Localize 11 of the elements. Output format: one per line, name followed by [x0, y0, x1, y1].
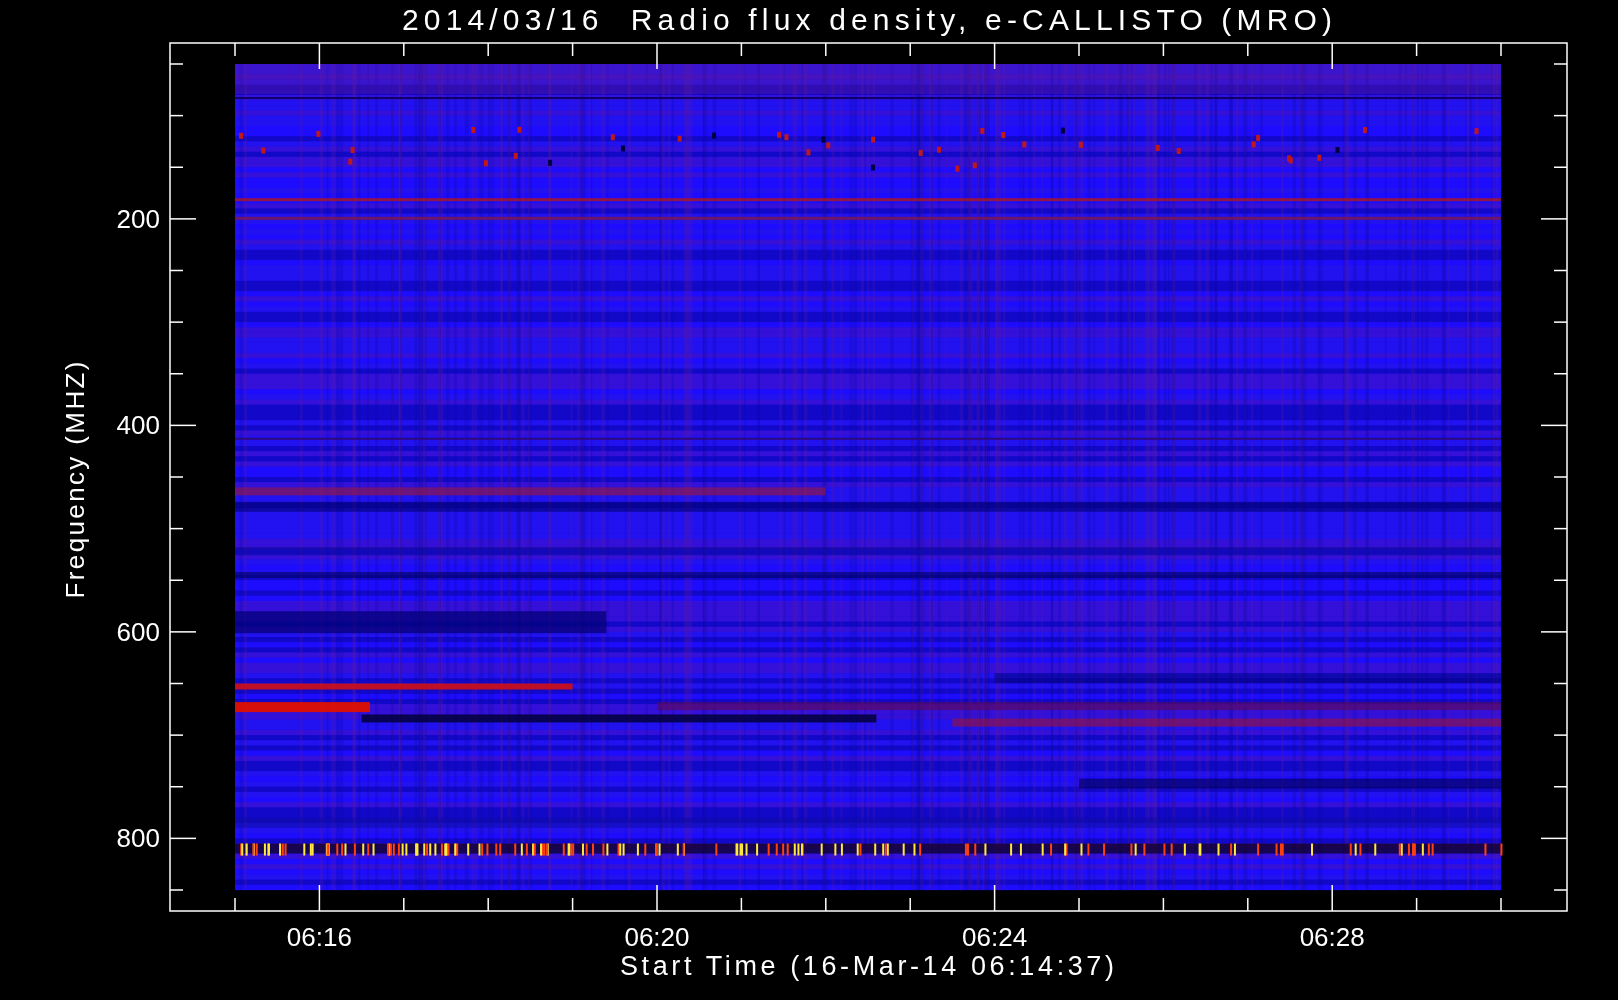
tick-label: 800 — [116, 823, 160, 854]
y-axis-title: Frequency (MHZ) — [60, 361, 90, 599]
x-axis-title: Start Time (16-Mar-14 06:14:37) — [620, 951, 1114, 981]
tick-label: 06:16 — [286, 922, 352, 952]
chart-title: 2014/03/16 Radio flux density, e-CALLISTO (MRO) — [402, 3, 1332, 36]
tick-label: 06:28 — [1299, 922, 1365, 952]
tick-label: 06:20 — [624, 922, 690, 952]
tick-label: 06:24 — [962, 922, 1028, 952]
tick-label: 600 — [116, 616, 160, 647]
tick-label: 400 — [116, 410, 160, 441]
tick-label: 200 — [116, 203, 160, 234]
